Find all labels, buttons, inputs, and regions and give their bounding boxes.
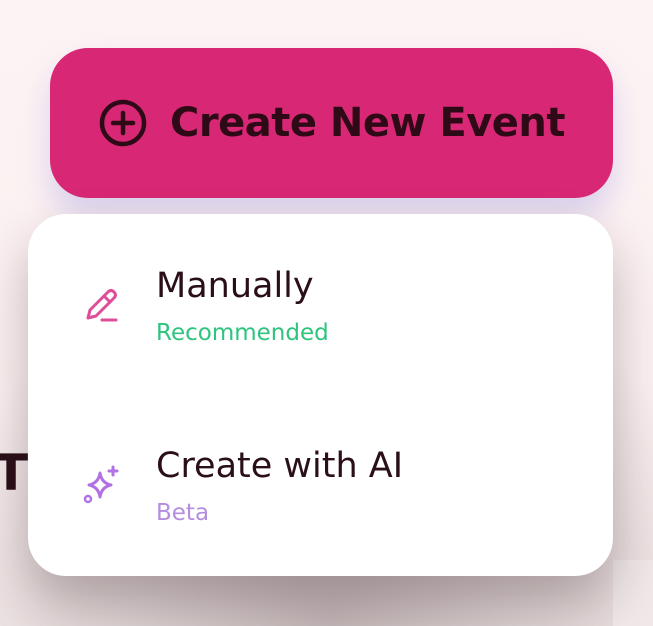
background-heading-fragment: T [0,444,30,502]
plus-circle-icon [98,98,148,148]
recommended-badge: Recommended [156,320,329,346]
background-panel-edge [613,560,653,626]
menu-item-create-with-ai[interactable]: Create with AI Beta [28,394,613,564]
create-new-event-button[interactable]: Create New Event [50,48,613,198]
menu-item-manually[interactable]: Manually Recommended [28,214,613,384]
create-event-dropdown-menu: Manually Recommended Create with AI Beta [28,214,613,576]
pencil-icon [80,284,124,328]
create-new-event-label: Create New Event [170,100,566,146]
sparkles-icon [80,464,124,508]
beta-badge: Beta [156,500,210,526]
menu-item-create-with-ai-title: Create with AI [156,446,404,486]
menu-item-manually-title: Manually [156,266,314,306]
